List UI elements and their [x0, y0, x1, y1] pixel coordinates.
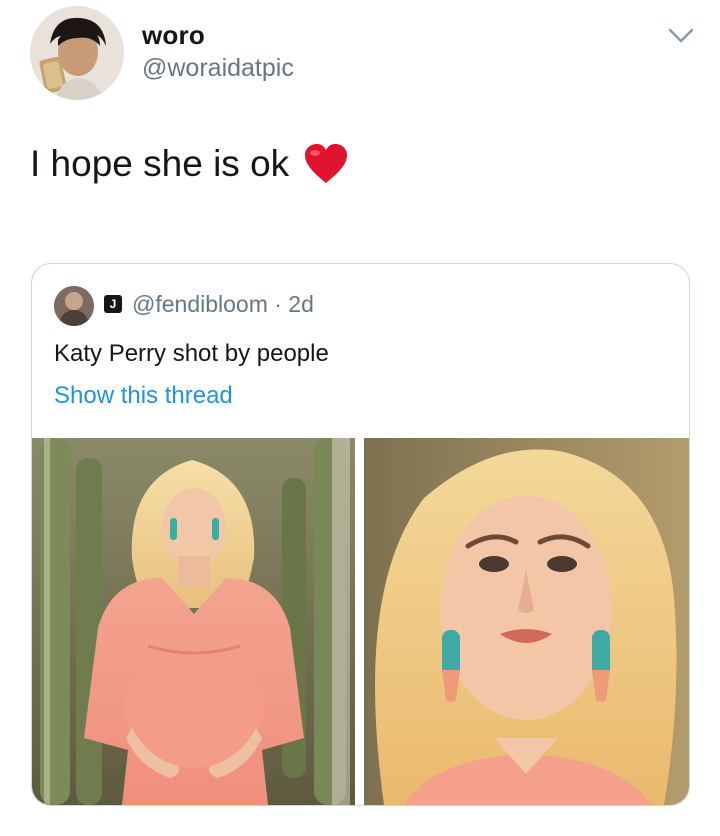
quoted-meta[interactable]: @fendibloom · 2d — [132, 291, 314, 318]
user-handle[interactable]: @woraidatpic — [142, 54, 294, 83]
quoted-tweet-card[interactable]: J @fendibloom · 2d Katy Perry shot by pe… — [31, 263, 690, 806]
photo-portrait[interactable] — [364, 438, 689, 805]
tweet-body: I hope she is ok — [30, 143, 290, 184]
show-thread-link[interactable]: Show this thread — [54, 382, 233, 410]
photo-pregnant-cactus[interactable] — [32, 438, 355, 805]
quoted-avatar[interactable] — [54, 286, 94, 326]
heart-icon — [305, 144, 348, 183]
avatar[interactable] — [30, 6, 124, 100]
source-badge: J — [104, 295, 122, 313]
tweet-header: woro @woraidatpic — [0, 0, 720, 110]
display-name[interactable]: woro — [142, 20, 205, 51]
tweet-text: I hope she is ok — [30, 143, 349, 185]
photo-grid — [32, 438, 689, 805]
quoted-text: Katy Perry shot by people — [54, 340, 329, 367]
chevron-down-icon[interactable] — [664, 20, 698, 50]
